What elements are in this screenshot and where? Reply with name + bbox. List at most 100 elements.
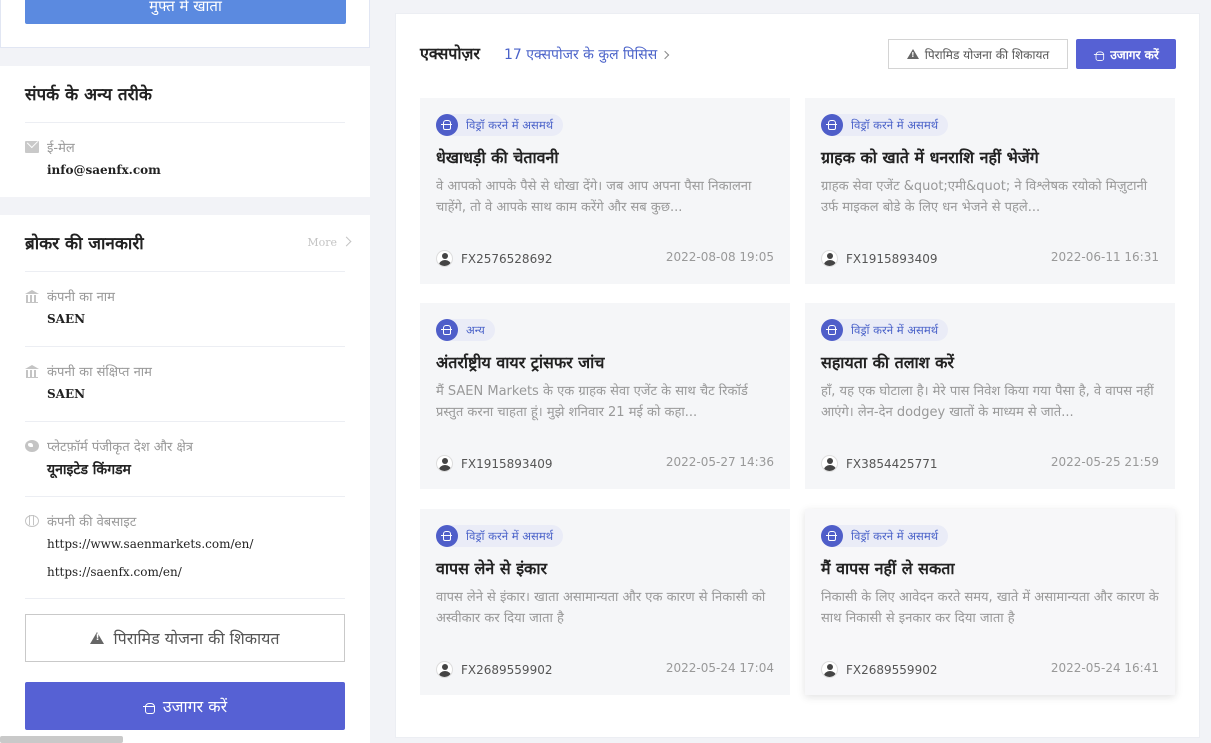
card-user: FX1915893409	[821, 250, 937, 267]
card-date: 2022-05-27 14:36	[665, 455, 774, 469]
pyramid-complaint-label: पिरामिड योजना की शिकायत	[924, 47, 1050, 62]
avatar	[436, 661, 453, 678]
expose-label: उजागर करें	[1110, 47, 1159, 62]
bug-icon	[1094, 48, 1105, 61]
card-description: निकासी के लिए आवेदन करते समय, खाते में अ…	[821, 590, 1159, 626]
website-icon	[25, 515, 39, 527]
bug-icon	[821, 525, 843, 547]
card-date: 2022-05-25 21:59	[1050, 455, 1159, 469]
company-name-label-row: कंपनी का नाम	[25, 287, 115, 305]
contact-card: संपर्क के अन्य तरीके ई-मेल info@saenfx.c…	[0, 66, 370, 197]
category-tag: विड्रॉ करने में असमर्थ	[821, 114, 949, 136]
chevron-right-icon	[660, 50, 670, 59]
category-tag: विड्रॉ करने में असमर्थ	[821, 319, 949, 341]
exposure-card[interactable]: विड्रॉ करने में असमर्थ ग्राहक को खाते मे…	[805, 98, 1175, 284]
website-link-2[interactable]: https://saenfx.com/en/	[47, 565, 182, 579]
broker-title: ब्रोकर की जानकारी	[25, 234, 144, 254]
short-name-label-row: कंपनी का संक्षिप्त नाम	[25, 362, 152, 380]
divider	[25, 598, 345, 599]
card-description: मैं SAEN Markets के एक ग्राहक सेवा एजेंट…	[436, 384, 748, 420]
bank-icon	[25, 365, 39, 378]
card-user: FX2689559902	[821, 661, 937, 678]
card-user: FX1915893409	[436, 455, 552, 472]
category-tag: विड्रॉ करने में असमर्थ	[436, 525, 564, 547]
category-tag: विड्रॉ करने में असमर्थ	[436, 114, 564, 136]
exposure-panel: एक्सपोज़र 17 एक्सपोजर के कुल पिसिस पिराम…	[395, 13, 1200, 738]
pyramid-complaint-button[interactable]: पिरामिड योजना की शिकायत	[888, 39, 1068, 69]
divider	[25, 122, 345, 123]
website-label: कंपनी की वेबसाइट	[47, 515, 137, 530]
email-label: ई-मेल	[47, 141, 75, 156]
divider	[25, 496, 345, 497]
total-exposure-link[interactable]: 17 एक्सपोजर के कुल पिसिस	[504, 45, 670, 64]
website-label-row: कंपनी की वेबसाइट	[25, 512, 136, 530]
tag-label: विड्रॉ करने में असमर्थ	[851, 528, 939, 543]
contact-title: संपर्क के अन्य तरीके	[25, 85, 152, 105]
card-title[interactable]: धेखाधड़ी की चेतावनी	[436, 146, 559, 168]
chevron-right-icon	[341, 236, 352, 247]
avatar	[821, 661, 838, 678]
more-label: More	[307, 236, 337, 249]
broker-info-card: ब्रोकर की जानकारी More कंपनी का नाम SAEN…	[0, 215, 370, 743]
tag-label: विड्रॉ करने में असमर्थ	[851, 117, 939, 132]
category-tag: विड्रॉ करने में असमर्थ	[821, 525, 949, 547]
card-title[interactable]: सहायता की तलाश करें	[821, 351, 954, 373]
card-description: वे आपको आपके पैसे से धोखा देंगे। जब आप अ…	[436, 179, 752, 215]
website-link-1[interactable]: https://www.saenmarkets.com/en/	[47, 537, 253, 551]
exposure-card[interactable]: विड्रॉ करने में असमर्थ मैं वापस नहीं ले …	[805, 509, 1175, 695]
expose-button[interactable]: उजागर करें	[25, 682, 345, 730]
bug-icon	[142, 700, 155, 714]
card-title[interactable]: अंतर्राष्ट्रीय वायर ट्रांसफर जांच	[436, 351, 604, 373]
region-value: यूनाइटेड किंगडम	[47, 462, 131, 478]
open-account-button[interactable]: मुफ्त में खाता	[25, 0, 346, 24]
company-name-value: SAEN	[47, 312, 86, 326]
avatar	[821, 250, 838, 267]
left-column: मुफ्त में खाता संपर्क के अन्य तरीके ई-मे…	[0, 0, 370, 743]
bug-icon	[821, 319, 843, 341]
total-exposure-label: 17 एक्सपोजर के कुल पिसिस	[504, 47, 658, 63]
avatar	[436, 455, 453, 472]
pyramid-complaint-button[interactable]: पिरामिड योजना की शिकायत	[25, 614, 345, 662]
card-date: 2022-06-11 16:31	[1050, 250, 1159, 264]
short-name-label: कंपनी का संक्षिप्त नाम	[47, 365, 152, 380]
horizontal-scrollbar[interactable]	[0, 736, 123, 743]
expose-label: उजागर करें	[162, 697, 228, 716]
pyramid-complaint-label: पिरामिड योजना की शिकायत	[113, 629, 280, 648]
card-title[interactable]: वापस लेने से इंकार	[436, 557, 547, 579]
email-label-row: ई-मेल	[25, 138, 75, 156]
category-tag: अन्य	[436, 319, 495, 341]
email-value[interactable]: info@saenfx.com	[47, 163, 161, 177]
user-id: FX2689559902	[461, 662, 553, 677]
bank-icon	[25, 290, 39, 303]
divider	[25, 421, 345, 422]
card-date: 2022-08-08 19:05	[665, 250, 774, 264]
bug-icon	[436, 319, 458, 341]
card-user: FX3854425771	[821, 455, 937, 472]
card-user: FX2689559902	[436, 661, 552, 678]
account-card: मुफ्त में खाता	[0, 0, 370, 48]
more-link[interactable]: More	[307, 236, 352, 249]
card-user: FX2576528692	[436, 250, 552, 267]
short-name-value: SAEN	[47, 387, 86, 401]
exposure-card[interactable]: विड्रॉ करने में असमर्थ वापस लेने से इंका…	[420, 509, 790, 695]
card-title[interactable]: मैं वापस नहीं ले सकता	[821, 557, 955, 579]
avatar	[821, 455, 838, 472]
exposure-card[interactable]: विड्रॉ करने में असमर्थ धेखाधड़ी की चेताव…	[420, 98, 790, 284]
exposure-card[interactable]: अन्य अंतर्राष्ट्रीय वायर ट्रांसफर जांच म…	[420, 303, 790, 489]
globe-icon	[25, 440, 39, 452]
bug-icon	[436, 114, 458, 136]
user-id: FX1915893409	[846, 251, 938, 266]
exposure-title: एक्सपोज़र	[420, 44, 480, 63]
card-description: वापस लेने से इंकार। खाता असामान्यता और ए…	[436, 590, 766, 626]
warning-icon	[906, 49, 919, 59]
divider	[25, 271, 345, 272]
exposure-card[interactable]: विड्रॉ करने में असमर्थ सहायता की तलाश कर…	[805, 303, 1175, 489]
user-id: FX3854425771	[846, 456, 938, 471]
bug-icon	[436, 525, 458, 547]
tag-label: विड्रॉ करने में असमर्थ	[851, 322, 939, 337]
tag-label: विड्रॉ करने में असमर्थ	[466, 528, 554, 543]
expose-button[interactable]: उजागर करें	[1076, 39, 1176, 69]
company-name-label: कंपनी का नाम	[47, 290, 115, 305]
card-description: ग्राहक सेवा एजेंट &quot;एमी&quot; ने विश…	[821, 179, 1148, 215]
card-title[interactable]: ग्राहक को खाते में धनराशि नहीं भेजेंगे	[821, 146, 1039, 168]
